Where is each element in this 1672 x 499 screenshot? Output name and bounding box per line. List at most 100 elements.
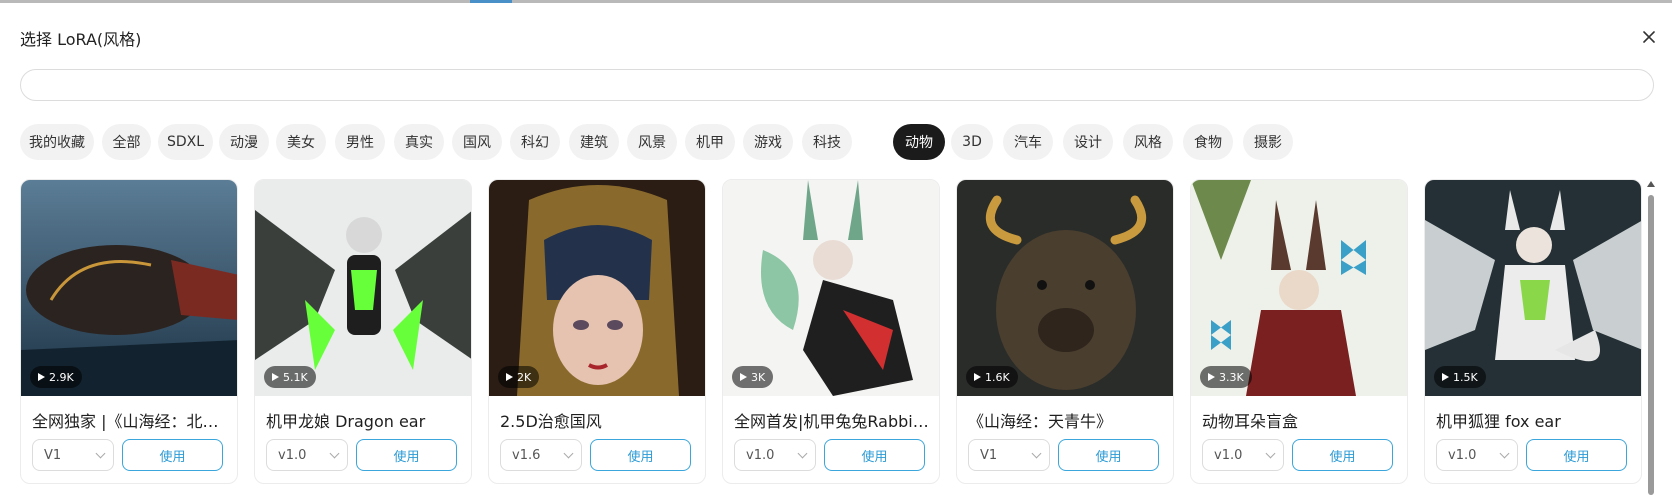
version-value: v1.0	[746, 447, 775, 463]
card-thumbnail	[723, 180, 939, 396]
close-icon[interactable]	[1640, 28, 1658, 46]
use-button[interactable]: 使用	[1526, 439, 1627, 471]
play-icon	[740, 373, 747, 381]
view-count: 1.5K	[1453, 370, 1478, 384]
lora-card[interactable]: 5.1K 机甲龙娘 Dragon ear v1.0 使用	[254, 179, 472, 484]
chip-architecture[interactable]: 建筑	[569, 124, 619, 160]
play-icon	[506, 373, 513, 381]
view-count-badge: 1.5K	[1434, 366, 1486, 388]
chip-car[interactable]: 汽车	[1003, 124, 1053, 160]
card-title: 动物耳朵盲盒	[1202, 412, 1299, 431]
play-icon	[974, 373, 981, 381]
chip-game[interactable]: 游戏	[743, 124, 793, 160]
chip-guofeng[interactable]: 国风	[452, 124, 502, 160]
version-value: v1.6	[512, 447, 541, 463]
version-value: V1	[980, 447, 998, 463]
version-select[interactable]: v1.0	[266, 439, 348, 471]
card-title: 全网独家 |《山海经：北冥鲲》	[32, 412, 228, 431]
view-count: 1.6K	[985, 370, 1010, 384]
lora-card[interactable]: 2.9K 全网独家 |《山海经：北冥鲲》 V1 使用	[20, 179, 238, 484]
chip-animal[interactable]: 动物	[893, 124, 945, 160]
card-title: 《山海经：天青牛》	[968, 412, 1113, 431]
lora-card[interactable]: 1.5K 机甲狐狸 fox ear v1.0 使用	[1424, 179, 1642, 484]
window-top-strip	[0, 0, 1672, 3]
card-thumbnail	[1191, 180, 1407, 396]
chevron-down-icon	[1265, 448, 1276, 459]
lora-card[interactable]: 3.3K 动物耳朵盲盒 v1.0 使用	[1190, 179, 1408, 484]
use-button[interactable]: 使用	[1292, 439, 1393, 471]
view-count: 3.3K	[1219, 370, 1244, 384]
view-count-badge: 2.9K	[30, 366, 82, 388]
version-value: v1.0	[1214, 447, 1243, 463]
version-value: V1	[44, 447, 62, 463]
chevron-down-icon	[329, 448, 340, 459]
use-button[interactable]: 使用	[1058, 439, 1159, 471]
card-title: 全网首发|机甲兔兔Rabbit ear	[734, 412, 930, 431]
chip-favorites[interactable]: 我的收藏	[20, 124, 94, 160]
chip-anime[interactable]: 动漫	[219, 124, 269, 160]
scroll-up-icon[interactable]	[1647, 181, 1655, 187]
card-thumbnail	[255, 180, 471, 396]
chip-style[interactable]: 风格	[1123, 124, 1173, 160]
chevron-down-icon	[1031, 448, 1042, 459]
version-select[interactable]: v1.0	[734, 439, 816, 471]
lora-grid: 2.9K 全网独家 |《山海经：北冥鲲》 V1 使用 5.1K 机甲龙娘 Dra…	[20, 179, 1642, 499]
use-button[interactable]: 使用	[122, 439, 223, 471]
chevron-down-icon	[1499, 448, 1510, 459]
version-value: v1.0	[278, 447, 307, 463]
card-title: 机甲龙娘 Dragon ear	[266, 412, 426, 431]
view-count: 2K	[517, 370, 532, 384]
scrollbar-thumb[interactable]	[1648, 195, 1654, 495]
card-thumbnail	[957, 180, 1173, 396]
scrollbar[interactable]	[1646, 181, 1656, 499]
version-select[interactable]: V1	[32, 439, 114, 471]
dialog-title: 选择 LoRA(风格)	[20, 30, 142, 49]
view-count-badge: 3.3K	[1200, 366, 1252, 388]
chip-scifi[interactable]: 科幻	[510, 124, 560, 160]
chevron-down-icon	[563, 448, 574, 459]
search-input[interactable]	[20, 69, 1654, 101]
card-thumbnail	[489, 180, 705, 396]
view-count-badge: 2K	[498, 366, 540, 388]
view-count-badge: 1.6K	[966, 366, 1018, 388]
version-select[interactable]: v1.6	[500, 439, 582, 471]
view-count-badge: 5.1K	[264, 366, 316, 388]
version-value: v1.0	[1448, 447, 1477, 463]
view-count-badge: 3K	[732, 366, 774, 388]
play-icon	[1442, 373, 1449, 381]
lora-card[interactable]: 3K 全网首发|机甲兔兔Rabbit ear v1.0 使用	[722, 179, 940, 484]
chip-tech[interactable]: 科技	[802, 124, 852, 160]
lora-card[interactable]: 2K 2.5D治愈国风 v1.6 使用	[488, 179, 706, 484]
chip-realistic[interactable]: 真实	[394, 124, 444, 160]
card-thumbnail	[1425, 180, 1641, 396]
chip-photography[interactable]: 摄影	[1243, 124, 1293, 160]
card-title: 机甲狐狸 fox ear	[1436, 412, 1561, 431]
play-icon	[272, 373, 279, 381]
card-title: 2.5D治愈国风	[500, 412, 602, 431]
top-strip-accent	[470, 0, 512, 3]
chip-male[interactable]: 男性	[335, 124, 385, 160]
use-button[interactable]: 使用	[824, 439, 925, 471]
view-count: 2.9K	[49, 370, 74, 384]
lora-card[interactable]: 1.6K 《山海经：天青牛》 V1 使用	[956, 179, 1174, 484]
version-select[interactable]: v1.0	[1436, 439, 1518, 471]
version-select[interactable]: V1	[968, 439, 1050, 471]
chip-design[interactable]: 设计	[1063, 124, 1113, 160]
card-thumbnail	[21, 180, 237, 396]
chip-landscape[interactable]: 风景	[627, 124, 677, 160]
use-button[interactable]: 使用	[356, 439, 457, 471]
play-icon	[1208, 373, 1215, 381]
chip-all[interactable]: 全部	[102, 124, 151, 160]
chip-sdxl[interactable]: SDXL	[158, 124, 213, 160]
view-count: 3K	[751, 370, 766, 384]
view-count: 5.1K	[283, 370, 308, 384]
chevron-down-icon	[95, 448, 106, 459]
chevron-down-icon	[797, 448, 808, 459]
version-select[interactable]: v1.0	[1202, 439, 1284, 471]
chip-mecha[interactable]: 机甲	[685, 124, 735, 160]
chip-beauty[interactable]: 美女	[276, 124, 326, 160]
play-icon	[38, 373, 45, 381]
use-button[interactable]: 使用	[590, 439, 691, 471]
chip-3d[interactable]: 3D	[951, 124, 993, 160]
chip-food[interactable]: 食物	[1183, 124, 1233, 160]
